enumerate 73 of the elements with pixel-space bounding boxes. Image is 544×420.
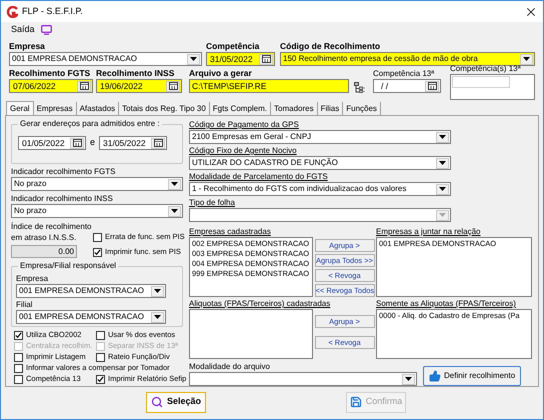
save-icon (350, 396, 362, 408)
field-label: Tipo de folha (189, 197, 236, 208)
arquivo-field[interactable]: C:\TEMP\SEFIP.RE (189, 79, 349, 93)
range-separator: e (90, 136, 96, 150)
field-label: Modalidade de Parcelamento do FGTS (189, 171, 329, 182)
fgts-date-field[interactable]: 07/06/2022 (9, 79, 93, 93)
field-label: Competência(s) 13ª (450, 63, 522, 74)
selecao-button[interactable]: Seleção (146, 392, 206, 412)
checkmark-icon (97, 376, 104, 382)
field-label: Índice de recolhimento (11, 221, 91, 232)
tab[interactable]: Empresas (34, 102, 77, 115)
field-label: Competência (206, 41, 260, 52)
gps-dropdown[interactable]: 2100 Empresas em Geral - CNPJ (189, 130, 451, 144)
tab[interactable]: Tomadores (271, 102, 318, 115)
fgts-indicator-dropdown[interactable]: No prazo (11, 177, 183, 191)
tab[interactable]: Afastados (76, 102, 120, 115)
field-label: Código de Recolhimento (280, 41, 382, 52)
field-label: Código de Pagamento da GPS (189, 119, 300, 130)
group-legend: Empresa/Filial responsável (18, 260, 118, 272)
start-date-field[interactable]: 01/05/2022 (18, 136, 86, 150)
monitor-icon[interactable] (40, 25, 52, 35)
parcelamento-dropdown[interactable]: 1 - Recolhimento do FGTS com individualizacao dos valores (189, 182, 451, 196)
field-label: Empresa (16, 273, 50, 284)
field-label: Modalidade do arquivo (189, 361, 271, 372)
checkmark-icon (15, 332, 22, 338)
group-legend: Gerar endereços para admitidos entre : (18, 118, 162, 130)
empresa-responsavel-dropdown[interactable]: 001 EMPRESA DEMONSTRACAO (16, 284, 166, 298)
list-label: Empresas a juntar na relação (376, 226, 480, 237)
list-label: Aliquotas (FPAS/Terceiros) cadastradas (189, 298, 332, 309)
field-label: Filial (16, 299, 34, 310)
field-label: Código Fixo de Agente Nocivo (189, 145, 298, 156)
tab[interactable]: Geral (6, 101, 34, 115)
competencia-13-field[interactable]: / / (373, 79, 441, 93)
thumbs-up-icon (429, 370, 441, 382)
field-label: Recolhimento FGTS (9, 68, 92, 79)
tab[interactable]: Totais dos Reg. Tipo 30 (119, 102, 210, 115)
field-label: Recolhimento INSS (96, 68, 176, 79)
empresa-dropdown[interactable]: 001 EMPRESA DEMONSTRACAO (9, 52, 202, 66)
menu-item[interactable]: Saída (11, 23, 35, 37)
available-list[interactable] (189, 309, 313, 359)
tab[interactable]: Fgts Complem. (210, 102, 271, 115)
calendar-icon[interactable] (259, 54, 273, 64)
definir-recolhimento-button[interactable]: Definir recolhimento (423, 366, 522, 386)
inss-date-field[interactable]: 19/06/2022 (96, 79, 182, 93)
list-label: Somente as Aliquotas (FPAS/Terceiros) (376, 298, 516, 309)
folder-tree-icon[interactable] (354, 82, 366, 93)
end-date-field[interactable]: 31/05/2022 (99, 136, 168, 150)
competencia-field[interactable]: 31/05/2022 (206, 52, 275, 66)
app-logo-icon (6, 6, 18, 18)
calendar-icon[interactable] (425, 80, 439, 92)
filial-dropdown[interactable]: 001 EMPRESA DEMONSTRACAO (16, 310, 166, 324)
field-label: Competência 13ª (373, 68, 436, 79)
agente-dropdown[interactable]: UTILIZAR DO CADASTRO DE FUNÇÃO (189, 156, 451, 170)
tab[interactable]: Filias (318, 102, 344, 115)
tab[interactable]: Funções (343, 102, 381, 115)
checkmark-icon (94, 248, 101, 256)
calendar-icon[interactable] (77, 80, 91, 92)
field-label: Indicador recolhimento FGTS (11, 166, 116, 177)
window-title: FLP - S.E.F.I.P. (22, 4, 84, 18)
field-label: Empresa (9, 41, 46, 52)
codigo-dropdown[interactable]: 150 Recolhimento empresa de cessão de mão de obra (280, 52, 535, 66)
indice-field[interactable]: 0.00 (11, 245, 77, 258)
search-icon (150, 396, 163, 408)
calendar-icon[interactable] (166, 80, 180, 92)
modalidade-dropdown[interactable] (189, 372, 417, 386)
field-label: Arquivo a gerar (189, 68, 253, 79)
list-label: Empresas cadastradas (189, 226, 272, 237)
field-label: em atraso I.N.S.S. (11, 232, 78, 243)
calendar-icon[interactable] (151, 138, 166, 148)
inss-indicator-dropdown[interactable]: No prazo (11, 204, 183, 218)
competencias-13-list[interactable] (450, 74, 535, 100)
field-label: Indicador recolhimento INSS (11, 193, 114, 204)
calendar-icon[interactable] (70, 138, 84, 148)
